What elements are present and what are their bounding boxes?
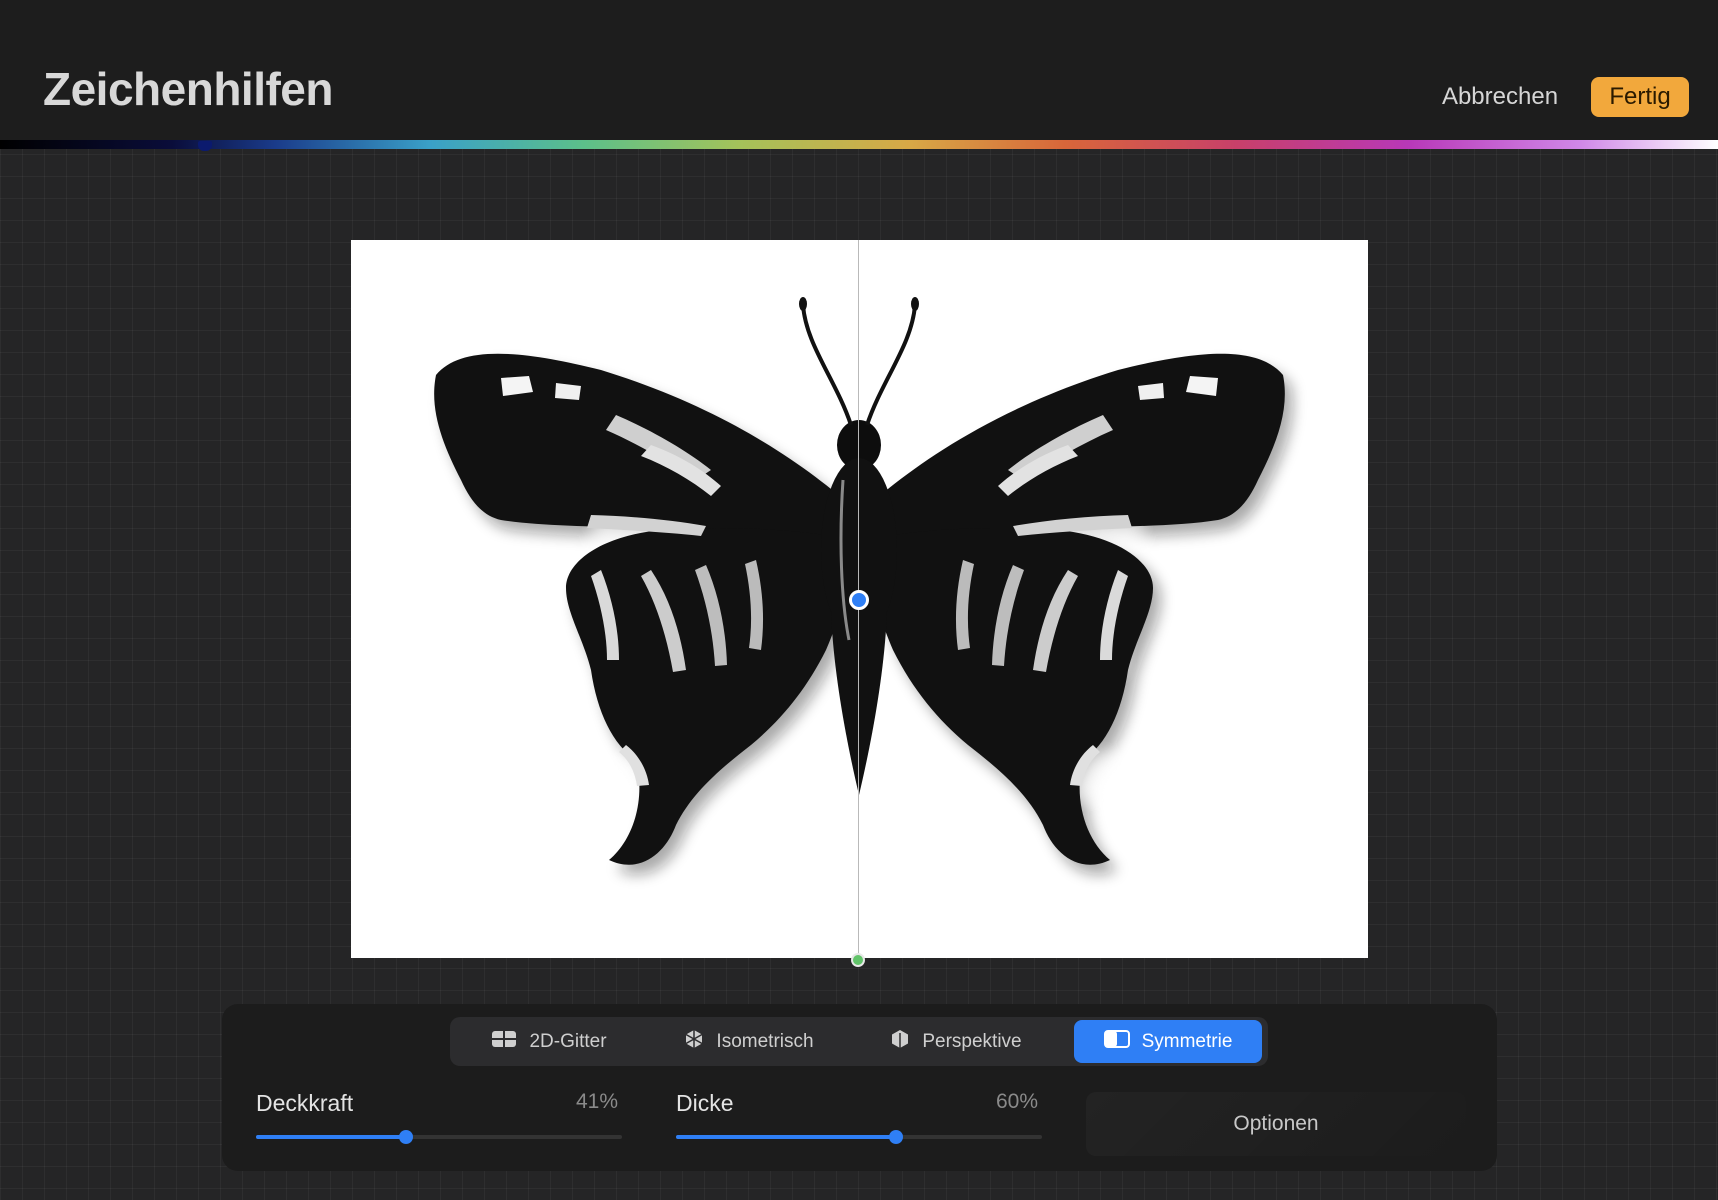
thickness-slider-knob[interactable] [888,1130,903,1144]
symmetry-center-handle[interactable] [849,590,869,610]
thickness-slider-fill [676,1135,896,1139]
opacity-slider-knob[interactable] [399,1130,414,1144]
opacity-value: 41% [575,1090,618,1113]
thickness-slider[interactable] [676,1130,1042,1144]
tab-isometric-label: Isometrisch [716,1030,814,1052]
tab-2d-grid-label: 2D-Gitter [529,1030,607,1052]
opacity-label: Deckkraft [256,1090,354,1116]
options-button[interactable]: Optionen [1086,1092,1466,1156]
cube-isometric-icon [684,1029,704,1055]
thickness-label: Dicke [676,1090,734,1116]
opacity-slider-fill [256,1135,407,1139]
tab-2d-grid[interactable]: 2D-Gitter [456,1020,642,1063]
guide-mode-selector: 2D-Gitter Isometrisch Perspektive Symmet… [450,1017,1268,1066]
tab-isometric[interactable]: Isometrisch [646,1020,852,1063]
drawing-guide-panel: 2D-Gitter Isometrisch Perspektive Symmet… [222,1004,1497,1171]
top-bar: Zeichenhilfen Abbrechen Fertig [0,0,1718,140]
tab-perspective[interactable]: Perspektive [856,1020,1056,1063]
done-button[interactable]: Fertig [1591,77,1689,117]
color-gradient-strip [0,140,1718,149]
color-strip-handle[interactable] [198,141,212,151]
tab-symmetry[interactable]: Symmetrie [1074,1020,1262,1063]
cancel-button[interactable]: Abbrechen [1430,76,1570,118]
grid-2d-icon [491,1030,517,1054]
page-title: Zeichenhilfen [43,63,333,115]
tab-symmetry-label: Symmetrie [1141,1030,1233,1052]
symmetry-icon [1103,1029,1130,1054]
symmetry-rotation-handle[interactable] [851,953,865,967]
tab-perspective-label: Perspektive [922,1030,1022,1052]
thickness-value: 60% [995,1090,1038,1113]
hexagon-perspective-icon [890,1029,910,1055]
opacity-slider[interactable] [256,1130,622,1144]
